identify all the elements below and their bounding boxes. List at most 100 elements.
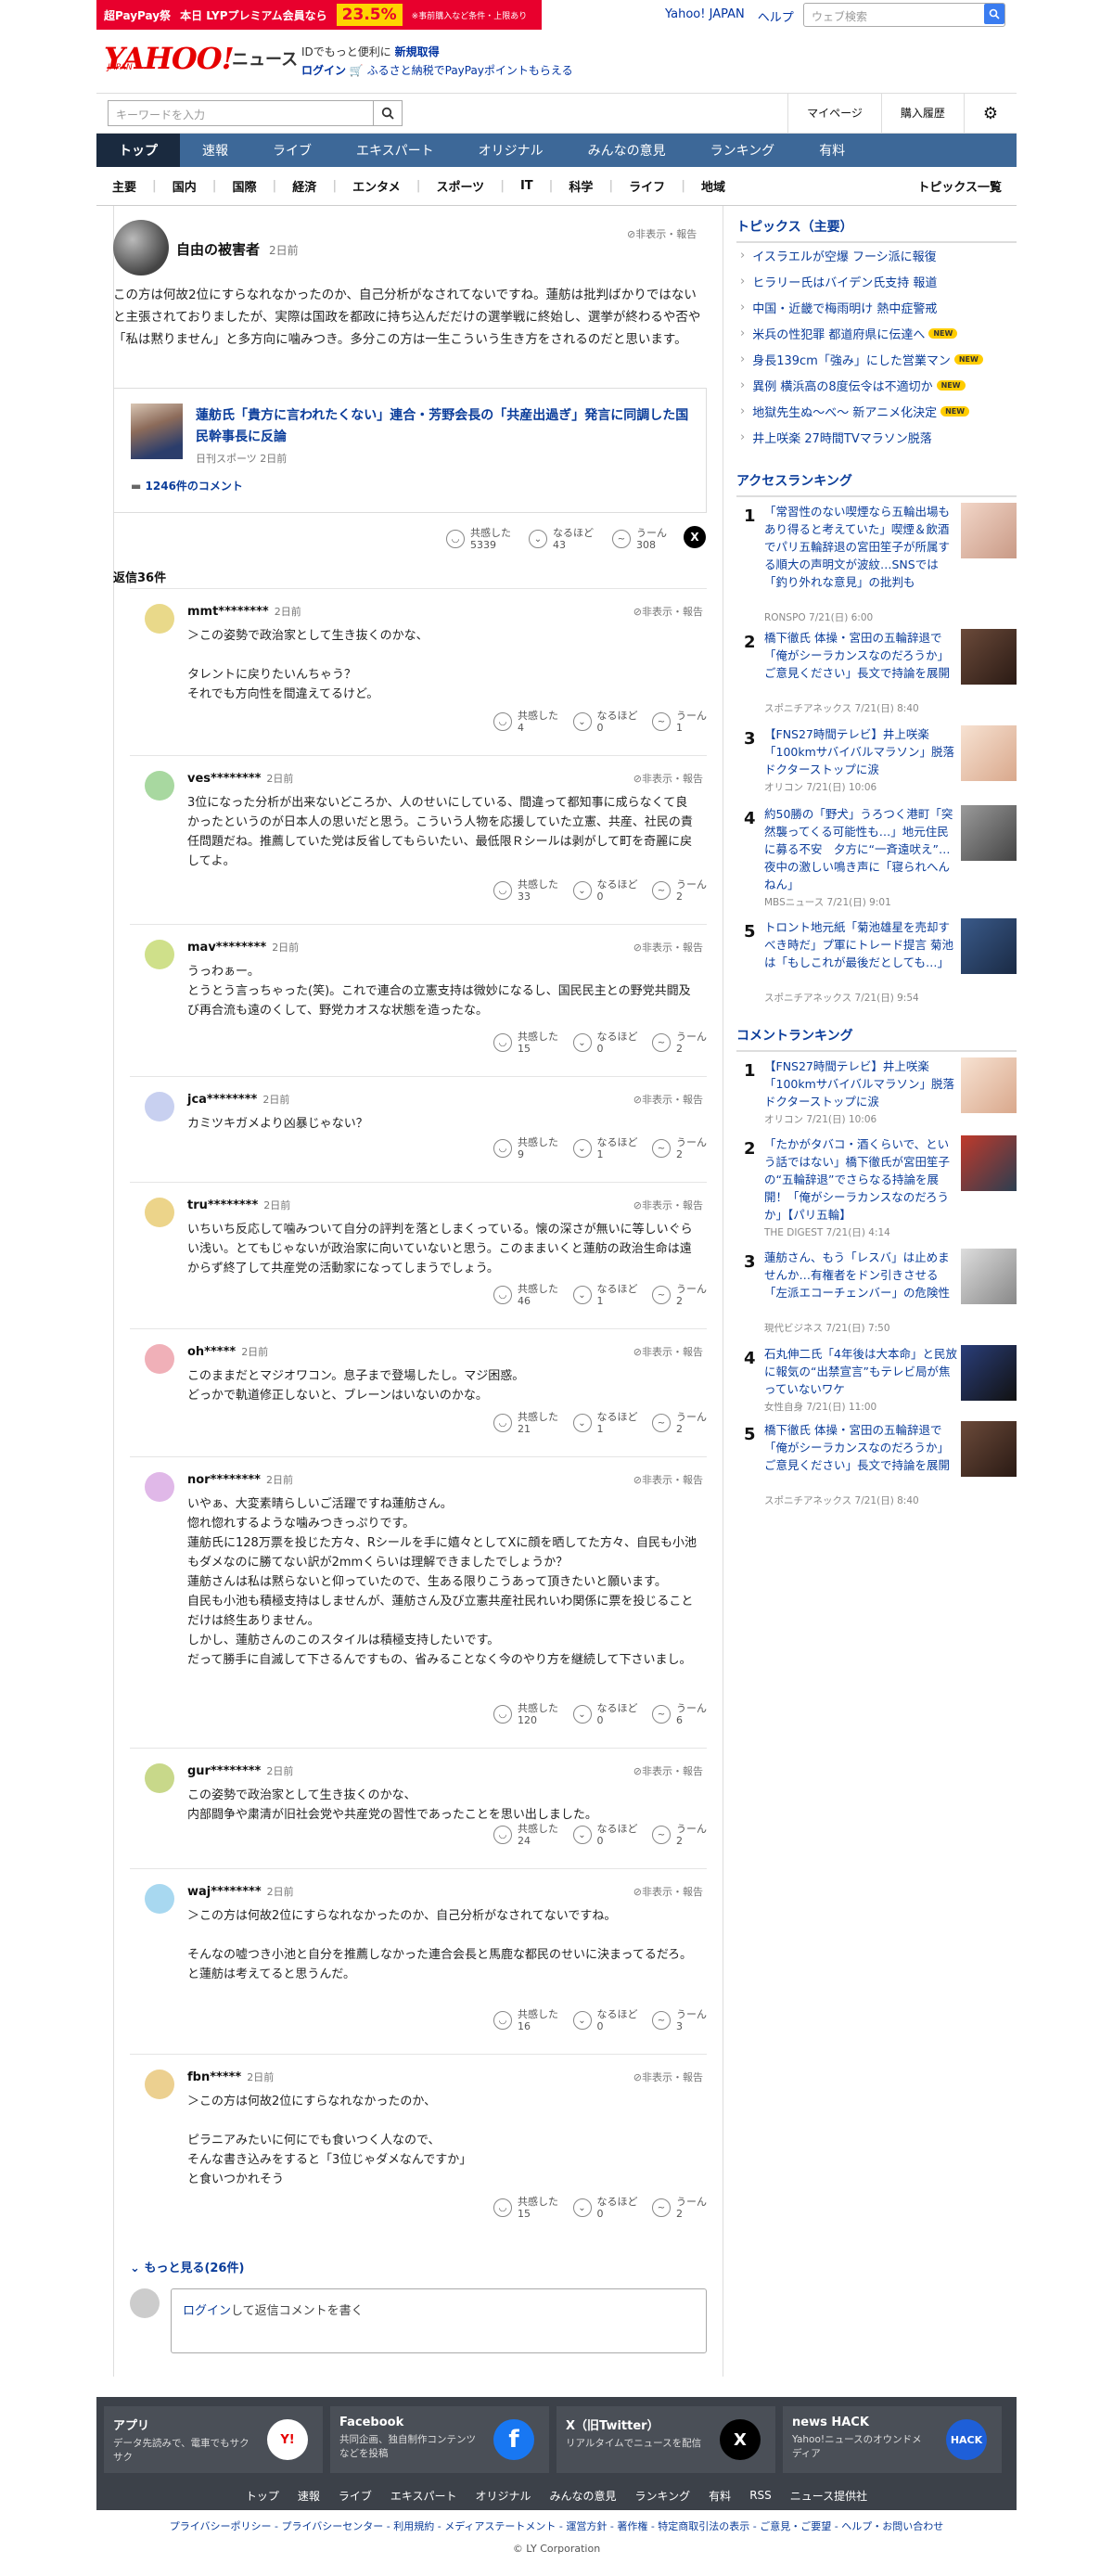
- hmm-button[interactable]: ~ うーん 2: [652, 878, 707, 903]
- hmm-button[interactable]: ~ うーん 308: [612, 527, 667, 551]
- naruhodo-button[interactable]: ⌄ なるほど 43: [529, 527, 594, 551]
- gnav-original[interactable]: オリジナル: [456, 134, 566, 167]
- web-search-input[interactable]: ウェブ検索: [803, 3, 1005, 27]
- hmm-button[interactable]: ~ うーん 1: [652, 710, 707, 734]
- cat-domestic[interactable]: 国内: [157, 177, 212, 195]
- naruhodo-button[interactable]: ⌄ なるほど 0: [572, 1031, 638, 1055]
- footer-nav-item[interactable]: 速報: [298, 2488, 320, 2504]
- cat-science[interactable]: 科学: [553, 177, 608, 195]
- avatar[interactable]: [145, 604, 174, 634]
- rank-thumbnail[interactable]: [961, 805, 1017, 861]
- report-button[interactable]: ⊘非表示・報告: [633, 771, 703, 786]
- topics-header[interactable]: トピックス（主要）: [736, 217, 1017, 243]
- report-button[interactable]: ⊘非表示・報告: [633, 604, 703, 619]
- naruhodo-button[interactable]: ⌄ なるほど 0: [572, 1702, 638, 1726]
- hmm-button[interactable]: ~ うーん 3: [652, 2008, 707, 2032]
- furusato-link[interactable]: ふるさと納税でPayPayポイントもらえる: [367, 64, 573, 77]
- rank-title[interactable]: 蓮舫さん、もう「レスバ」は止めませんか…有権者をドン引きさせる「左派エコーチェン…: [764, 1249, 959, 1301]
- gnav-expert[interactable]: エキスパート: [334, 134, 456, 167]
- yahoo-japan-link[interactable]: Yahoo! JAPAN: [665, 7, 745, 25]
- legal-links[interactable]: プライバシーポリシー - プライバシーセンター - 利用規約 - メディアステー…: [96, 2518, 1017, 2533]
- avatar[interactable]: [145, 1884, 174, 1914]
- naruhodo-button[interactable]: ⌄ なるほど 1: [572, 1136, 638, 1160]
- reply-post-box[interactable]: ログインして返信コメントを書く: [171, 2288, 707, 2353]
- report-button[interactable]: ⊘非表示・報告: [633, 1884, 703, 1899]
- naruhodo-button[interactable]: ⌄ なるほど 0: [572, 2196, 638, 2220]
- footer-card-x[interactable]: X（旧Twitter） リアルタイムでニュースを配信 X: [556, 2406, 775, 2473]
- avatar[interactable]: [145, 1763, 174, 1793]
- rank-title[interactable]: トロント地元紙「菊池雄星を売却すべき時だ」プ軍にトレード提言 菊池は「もしこれが…: [764, 918, 959, 971]
- rank-title[interactable]: 【FNS27時間テレビ】井上咲楽「100kmサバイバルマラソン」脱落 ドクタース…: [764, 725, 966, 778]
- naruhodo-button[interactable]: ⌄ なるほど 0: [572, 1823, 638, 1847]
- report-button[interactable]: ⊘非表示・報告: [633, 1198, 703, 1212]
- article-title[interactable]: 蓮舫氏「貴方に言われたくない」連合・芳野会長の「共産出過ぎ」発言に同調した国民幹…: [196, 405, 697, 448]
- rank-title[interactable]: 橋下徹氏 体操・宮田の五輪辞退で「俺がシーラカンスなのだろうか」ご意見ください」…: [764, 1421, 959, 1474]
- keyword-input[interactable]: キーワードを入力: [108, 100, 373, 126]
- report-button[interactable]: ⊘非表示・報告: [633, 1092, 703, 1107]
- reply-user[interactable]: ves******** 2日前: [187, 771, 293, 786]
- reply-user[interactable]: mmt******** 2日前: [187, 604, 301, 619]
- gnav-paid[interactable]: 有料: [797, 134, 867, 167]
- reply-user[interactable]: tru******** 2日前: [187, 1198, 290, 1212]
- avatar[interactable]: [145, 771, 174, 801]
- footer-nav-item[interactable]: みんなの意見: [550, 2488, 617, 2504]
- comment-ranking-header[interactable]: コメントランキング: [736, 1026, 1017, 1052]
- footer-nav-item[interactable]: トップ: [246, 2488, 279, 2504]
- footer-nav-item[interactable]: オリジナル: [476, 2488, 531, 2504]
- hmm-button[interactable]: ~ うーん 2: [652, 1823, 707, 1847]
- naruhodo-button[interactable]: ⌄ なるほど 1: [572, 1411, 638, 1435]
- cat-world[interactable]: 国際: [217, 177, 273, 195]
- cat-main[interactable]: 主要: [96, 177, 152, 195]
- comment-author[interactable]: 自由の被害者: [176, 239, 260, 259]
- rank-title[interactable]: 「常習性のない喫煙なら五輪出場もあり得ると考えていた」喫煙＆飲酒でパリ五輪辞退の…: [764, 503, 959, 591]
- agree-button[interactable]: ◡ 共感した 9: [493, 1136, 558, 1160]
- rank-title[interactable]: 【FNS27時間テレビ】井上咲楽「100kmサバイバルマラソン」脱落 ドクタース…: [764, 1057, 966, 1110]
- rank-thumbnail[interactable]: [961, 503, 1017, 558]
- settings-button[interactable]: ⚙: [963, 94, 1017, 133]
- naruhodo-button[interactable]: ⌄ なるほど 0: [572, 2008, 638, 2032]
- rank-thumbnail[interactable]: [961, 1057, 1017, 1113]
- gnav-opinion[interactable]: みんなの意見: [566, 134, 688, 167]
- gnav-live[interactable]: ライブ: [250, 134, 334, 167]
- reply-user[interactable]: jca******** 2日前: [187, 1092, 289, 1107]
- gnav-ranking[interactable]: ランキング: [688, 134, 798, 167]
- agree-button[interactable]: ◡ 共感した 21: [493, 1411, 558, 1435]
- report-button[interactable]: ⊘非表示・報告: [627, 226, 697, 241]
- avatar[interactable]: [113, 220, 169, 276]
- reply-user[interactable]: gur******** 2日前: [187, 1763, 293, 1778]
- gnav-flash[interactable]: 速報: [180, 134, 250, 167]
- hmm-button[interactable]: ~ うーん 2: [652, 1031, 707, 1055]
- cat-entertainment[interactable]: エンタメ: [337, 177, 416, 195]
- gnav-top[interactable]: トップ: [96, 134, 180, 167]
- footer-nav-item[interactable]: 有料: [709, 2488, 731, 2504]
- report-button[interactable]: ⊘非表示・報告: [633, 2070, 703, 2084]
- hmm-button[interactable]: ~ うーん 6: [652, 1702, 707, 1726]
- reply-user[interactable]: oh***** 2日前: [187, 1344, 268, 1359]
- cat-local[interactable]: 地域: [685, 177, 741, 195]
- agree-button[interactable]: ◡ 共感した 24: [493, 1823, 558, 1847]
- rank-title[interactable]: 約50勝の「野犬」うろつく港町「突然襲ってくる可能性も…」地元住民に募る不安 夕…: [764, 805, 959, 893]
- footer-nav-item[interactable]: ニュース提供社: [790, 2488, 867, 2504]
- access-ranking-header[interactable]: アクセスランキング: [736, 471, 1017, 497]
- cat-life[interactable]: ライフ: [613, 177, 681, 195]
- avatar[interactable]: [145, 2070, 174, 2099]
- agree-button[interactable]: ◡ 共感した 16: [493, 2008, 558, 2032]
- promo-banner[interactable]: 超PayPay祭 本日 LYPプレミアム会員なら 23.5% ※事前購入など条件…: [96, 0, 542, 30]
- avatar[interactable]: [145, 1198, 174, 1227]
- linked-article[interactable]: 蓮舫氏「貴方に言われたくない」連合・芳野会長の「共産出過ぎ」発言に同調した国民幹…: [113, 388, 707, 513]
- footer-nav-item[interactable]: エキスパート: [390, 2488, 457, 2504]
- help-link[interactable]: ヘルプ: [758, 7, 794, 25]
- reply-user[interactable]: nor******** 2日前: [187, 1472, 293, 1487]
- report-button[interactable]: ⊘非表示・報告: [633, 1344, 703, 1359]
- agree-button[interactable]: ◡ 共感した 4: [493, 710, 558, 734]
- hmm-button[interactable]: ~ うーん 2: [652, 2196, 707, 2220]
- footer-nav-item[interactable]: RSS: [749, 2489, 772, 2502]
- hmm-button[interactable]: ~ うーん 2: [652, 1283, 707, 1307]
- login-link[interactable]: ログイン: [301, 64, 346, 77]
- x-share-button[interactable]: X: [684, 526, 706, 548]
- naruhodo-button[interactable]: ⌄ なるほど 0: [572, 878, 638, 903]
- avatar[interactable]: [145, 1344, 174, 1374]
- hmm-button[interactable]: ~ うーん 2: [652, 1411, 707, 1435]
- naruhodo-button[interactable]: ⌄ なるほど 0: [572, 710, 638, 734]
- agree-button[interactable]: ◡ 共感した 46: [493, 1283, 558, 1307]
